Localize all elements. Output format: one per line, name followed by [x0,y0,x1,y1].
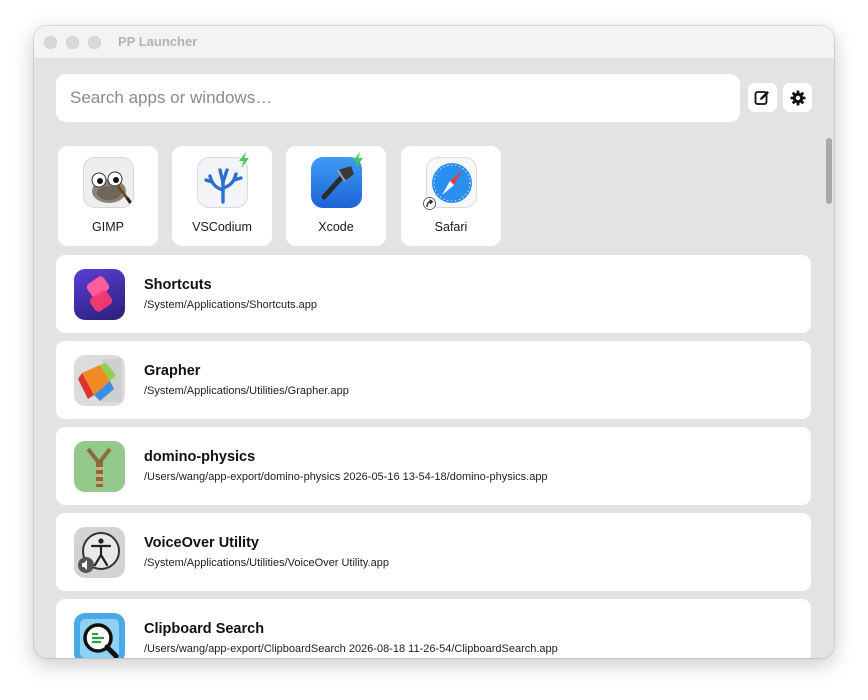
result-path: /System/Applications/Utilities/Grapher.a… [144,385,349,397]
close-window-button[interactable] [44,36,57,49]
result-row-voiceover-utility[interactable]: VoiceOver Utility /System/Applications/U… [56,513,811,591]
tile-gimp[interactable]: GIMP [58,146,158,246]
result-name: VoiceOver Utility [144,535,259,551]
voiceover-utility-icon [74,527,125,578]
search-box[interactable] [56,74,740,122]
result-name: Shortcuts [144,277,212,293]
clipboard-search-icon [74,613,125,658]
result-row-shortcuts[interactable]: Shortcuts /System/Applications/Shortcuts… [56,255,811,333]
search-input[interactable] [68,87,728,109]
result-row-clipboard-search[interactable]: Clipboard Search /Users/wang/app-export/… [56,599,811,658]
running-badge-icon [239,152,249,168]
zoom-window-button[interactable] [88,36,101,49]
alias-arrow-icon [423,197,436,210]
title-bar[interactable]: PP Launcher [34,26,834,59]
tile-label: Safari [434,220,468,234]
result-name: Clipboard Search [144,621,265,637]
result-row-domino-physics[interactable]: domino-physics /Users/wang/app-export/do… [56,427,811,505]
domino-physics-icon [74,441,125,492]
tile-label: VSCodium [192,220,252,234]
window-title: PP Launcher [118,34,198,49]
result-path: /System/Applications/Shortcuts.app [144,299,318,311]
result-path: /Users/wang/app-export/ClipboardSearch 2… [144,643,558,655]
tile-label: GIMP [92,220,124,234]
settings-button[interactable] [783,83,812,112]
edit-icon [754,91,769,105]
scrollbar-thumb[interactable] [826,138,832,204]
gear-icon [790,90,805,105]
tile-safari[interactable]: Safari [401,146,501,246]
result-name: Grapher [144,363,201,379]
minimize-window-button[interactable] [66,36,79,49]
launcher-window: PP Launcher Search apps or windows… GIMP… [34,26,834,658]
result-path: /System/Applications/Utilities/VoiceOver… [144,557,389,569]
edit-button[interactable] [748,83,777,112]
gimp-icon [83,157,134,208]
result-path: /Users/wang/app-export/domino-physics 20… [144,471,548,483]
tile-xcode[interactable]: Xcode [286,146,386,246]
running-badge-icon [353,152,363,168]
result-row-grapher[interactable]: Grapher /System/Applications/Utilities/G… [56,341,811,419]
tile-vscodium[interactable]: VSCodium [172,146,272,246]
shortcuts-icon [74,269,125,320]
result-name: domino-physics [144,449,256,465]
tile-label: Xcode [318,220,354,234]
grapher-icon [74,355,125,406]
